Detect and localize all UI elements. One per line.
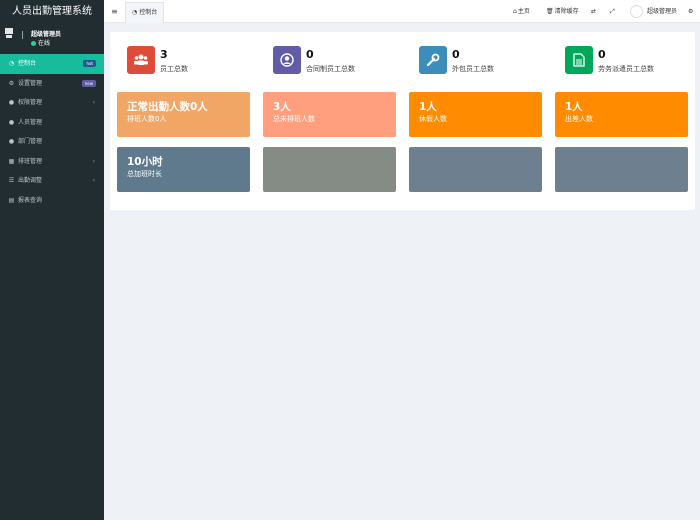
sidebar-item-settings[interactable]: ⚙ 设置管理 new — [0, 74, 104, 94]
tab-dashboard[interactable]: ◔ 控制台 — [125, 2, 165, 23]
hot-badge: hot — [83, 60, 96, 67]
translate-icon: ⇄ — [591, 8, 597, 15]
clear-cache-button[interactable]: 🗑清除缓存 — [546, 0, 579, 23]
sidebar-item-departments[interactable]: ● 部门管理 — [0, 132, 104, 152]
stat-value: 0 — [598, 48, 606, 61]
stat-value: 3 — [160, 48, 168, 61]
online-dot-icon — [31, 41, 36, 46]
stat-label: 劳务派遣员工总数 — [598, 65, 654, 73]
user-circle-icon — [273, 46, 301, 74]
sidebar-item-dashboard[interactable]: ◔ 控制台 hot — [0, 54, 104, 74]
stat-employees: 3 员工总数 — [127, 46, 267, 76]
dashboard-icon: ◔ — [132, 9, 138, 16]
stat-contract-employees: 0 合同制员工总数 — [273, 46, 413, 76]
avatar[interactable] — [630, 5, 643, 18]
box-subtitle: 休假人数 — [419, 115, 447, 123]
sidebar-item-personnel[interactable]: ● 人员管理 — [0, 113, 104, 133]
document-icon — [565, 46, 593, 74]
fullscreen-button[interactable]: ⤢ — [610, 0, 616, 23]
stat-label: 外包员工总数 — [452, 65, 494, 73]
box-empty — [409, 147, 542, 192]
sidebar-item-permissions[interactable]: ● 权限管理 ‹ — [0, 93, 104, 113]
list-icon: ☰ — [8, 177, 15, 184]
box-unscheduled: 3人 总未排班人数 — [263, 92, 396, 137]
gears-icon: ⚙ — [688, 8, 694, 15]
box-empty — [555, 147, 688, 192]
home-link[interactable]: ⌂主页 — [513, 0, 530, 23]
stat-value: 0 — [306, 48, 314, 61]
sidebar-item-scheduling[interactable]: ▦ 排班管理 ‹ — [0, 152, 104, 172]
user-name: 超级管理员 — [31, 31, 62, 38]
user-avatar-icon — [5, 28, 13, 38]
user-status: 在线 — [31, 38, 50, 47]
stat-label: 合同制员工总数 — [306, 65, 355, 73]
box-business-trip: 1人 出差人数 — [555, 92, 688, 137]
dashboard-panel: 3 员工总数 0 合同制员工总数 0 外包员工总数 0 劳务派遣员工总数 正常出… — [110, 32, 695, 210]
box-title: 正常出勤人数0人 — [127, 101, 208, 113]
box-normal-attendance: 正常出勤人数0人 排班人数0人 — [117, 92, 250, 137]
stat-outsourced-employees: 0 外包员工总数 — [419, 46, 559, 76]
report-icon: ▤ — [8, 196, 15, 204]
box-overtime: 10小时 总加班时长 — [117, 147, 250, 192]
fullscreen-icon: ⤢ — [610, 8, 615, 15]
user-divider — [22, 31, 23, 39]
sidebar-item-reports[interactable]: ▤ 报表查询 — [0, 191, 104, 211]
users-icon: ● — [8, 138, 15, 145]
box-title: 10小时 — [127, 156, 163, 168]
box-subtitle: 出差人数 — [565, 115, 593, 123]
calendar-icon: ▦ — [8, 157, 15, 165]
sidebar: 人员出勤管理系统 超级管理员 在线 ◔ 控制台 hot ⚙ 设置管理 new ● 权限… — [0, 0, 104, 520]
group-icon: ● — [8, 99, 15, 106]
users-icon — [127, 46, 155, 74]
box-subtitle: 总未排班人数 — [273, 115, 315, 123]
chevron-left-icon: ‹ — [92, 99, 95, 106]
stat-dispatch-employees: 0 劳务派遣员工总数 — [565, 46, 700, 76]
settings-button[interactable]: ⚙ — [688, 0, 694, 23]
cogs-icon: ⚙ — [8, 79, 15, 87]
user-panel: 超级管理员 在线 — [0, 24, 104, 54]
chevron-left-icon: ‹ — [92, 157, 95, 165]
sidebar-item-attendance-adjust[interactable]: ☰ 出勤调整 ‹ — [0, 171, 104, 191]
chevron-left-icon: ‹ — [92, 177, 95, 184]
stat-value: 0 — [452, 48, 460, 61]
stat-label: 员工总数 — [160, 65, 188, 73]
box-subtitle: 排班人数0人 — [127, 115, 167, 123]
box-empty — [263, 147, 396, 192]
new-badge: new — [81, 79, 96, 87]
box-title: 1人 — [419, 101, 437, 113]
admin-name[interactable]: 超级管理员 — [647, 0, 677, 23]
box-on-leave: 1人 休假人数 — [409, 92, 542, 137]
wrench-icon — [419, 46, 447, 74]
menu-toggle-icon[interactable]: ≡ — [111, 7, 118, 16]
box-title: 1人 — [565, 101, 583, 113]
top-header: ≡ ◔ 控制台 ⌂主页 🗑清除缓存 ⇄ ⤢ 超级管理员 ⚙ — [104, 0, 700, 23]
user-icon: ● — [8, 118, 15, 126]
home-icon: ⌂ — [513, 8, 517, 15]
language-button[interactable]: ⇄ — [591, 0, 597, 23]
box-subtitle: 总加班时长 — [127, 170, 162, 178]
box-title: 3人 — [273, 101, 291, 113]
sidebar-menu: ◔ 控制台 hot ⚙ 设置管理 new ● 权限管理 ‹ ● 人员管理 ● 部门管理 ▦… — [0, 54, 104, 210]
dashboard-icon: ◔ — [8, 60, 15, 67]
trash-icon: 🗑 — [546, 8, 554, 15]
app-title: 人员出勤管理系统 — [0, 0, 104, 24]
